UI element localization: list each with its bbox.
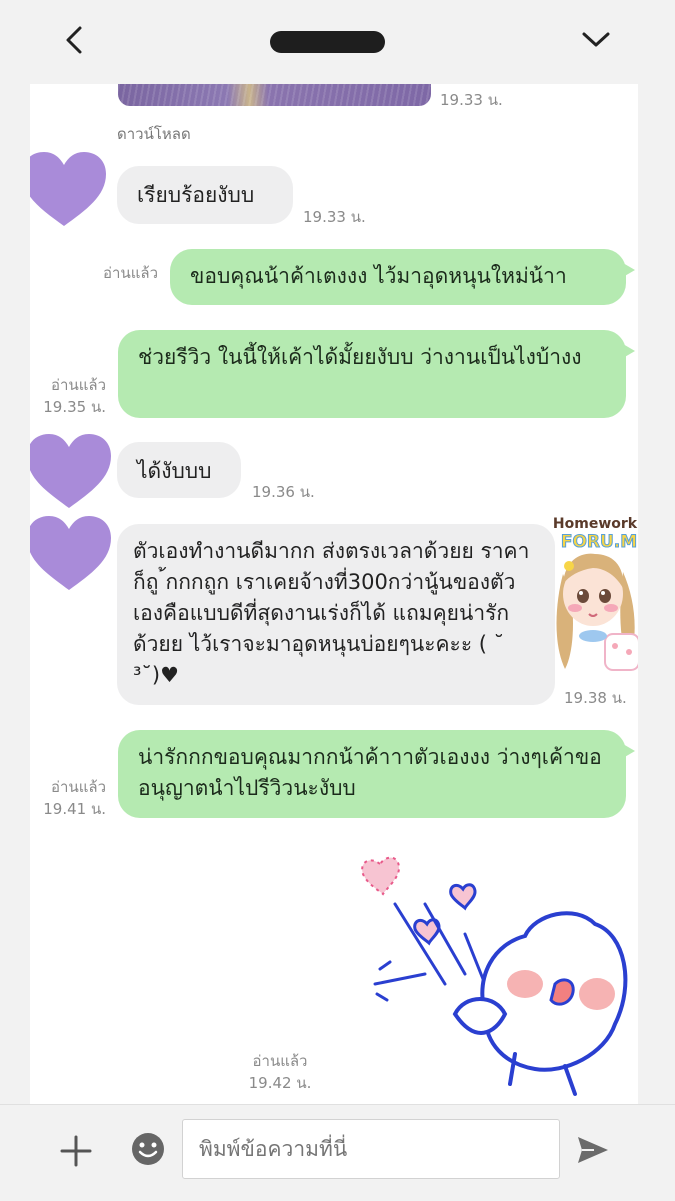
read-receipt: อ่านแล้ว 19.41 น.	[43, 778, 106, 818]
outgoing-message[interactable]: ช่วยรีวิว ในนี้ให้เค้าได้มั้ยยงับบ ว่างา…	[118, 330, 635, 418]
bunny-hearts-sticker[interactable]	[335, 844, 635, 1104]
sender-avatar[interactable]	[30, 152, 106, 228]
message-timestamp: 19.38 น.	[564, 689, 627, 707]
download-link[interactable]: ดาวน์โหลด	[117, 122, 191, 146]
message-text: เรียบร้อยงับบ	[137, 183, 255, 207]
image-timestamp: 19.33 น.	[440, 91, 503, 109]
back-button[interactable]	[58, 22, 90, 58]
message-text: น่ารักกกขอบคุณมากกน้าค้าาาตัวเองงง ว่างๆ…	[138, 745, 602, 800]
message-text: ขอบคุณน้าค้าเตงงง ไว้มาอุดหนุนใหม่น้าา	[190, 264, 567, 288]
chat-message-list[interactable]: 19.33 น. ดาวน์โหลด เรียบร้อยงับบ 19.33 น…	[30, 84, 638, 1104]
sticker-text-line1: Homework	[553, 516, 638, 532]
message-timestamp: 19.33 น.	[303, 208, 366, 226]
incoming-message[interactable]: เรียบร้อยงับบ	[117, 166, 293, 224]
outgoing-message[interactable]: น่ารักกกขอบคุณมากกน้าค้าาาตัวเองงง ว่างๆ…	[118, 730, 635, 818]
read-receipt: อ่านแล้ว 19.42 น.	[248, 1052, 312, 1092]
sender-avatar[interactable]	[30, 516, 111, 592]
send-icon[interactable]	[574, 1131, 612, 1169]
message-text: ตัวเองทำงานดีมากก ส่งตรงเวลาด้วยย ราคาก็…	[133, 539, 530, 687]
outgoing-message[interactable]: ขอบคุณน้าค้าเตงงง ไว้มาอุดหนุนใหม่น้าา	[170, 249, 635, 305]
incoming-message[interactable]: ตัวเองทำงานดีมากก ส่งตรงเวลาด้วยย ราคาก็…	[117, 524, 555, 705]
incoming-message[interactable]: ได้งับบบ	[117, 442, 241, 498]
message-timestamp: 19.36 น.	[252, 483, 315, 501]
message-input[interactable]	[182, 1119, 560, 1179]
chat-title-redacted	[270, 31, 385, 53]
emoji-icon[interactable]	[130, 1131, 166, 1167]
homework-forum-logo-sticker: Homework FORU.M	[553, 516, 638, 671]
sticker-text-line2: FORU.M	[561, 532, 637, 552]
message-composer	[0, 1104, 675, 1201]
image-message[interactable]	[118, 84, 431, 106]
plus-icon[interactable]	[56, 1131, 96, 1171]
chevron-down-icon	[582, 32, 610, 47]
message-text: ช่วยรีวิว ในนี้ให้เค้าได้มั้ยยงับบ ว่างา…	[138, 345, 582, 369]
read-receipt: อ่านแล้ว	[103, 264, 158, 282]
chat-header	[0, 0, 675, 84]
message-text: ได้งับบบ	[137, 459, 212, 483]
sender-avatar[interactable]	[30, 434, 111, 510]
menu-toggle-button[interactable]	[578, 24, 614, 56]
read-receipt: อ่านแล้ว 19.35 น.	[43, 376, 106, 416]
chevron-left-icon	[66, 26, 82, 54]
